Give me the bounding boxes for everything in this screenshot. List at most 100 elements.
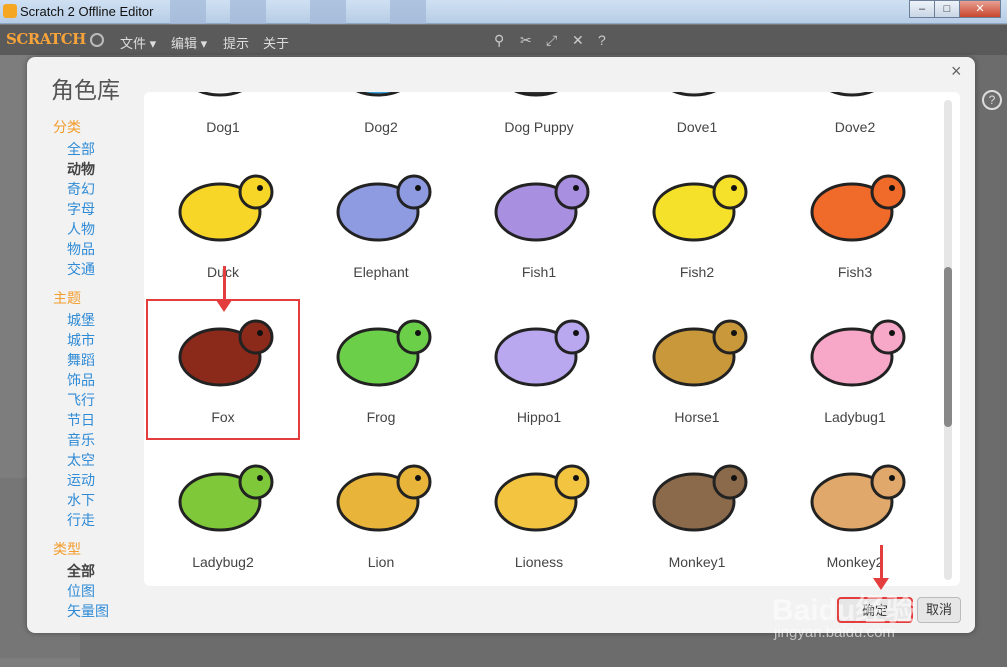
shrink-icon[interactable]: ✕ xyxy=(572,32,584,49)
category-things[interactable]: 物品 xyxy=(53,239,148,259)
theme-walking[interactable]: 行走 xyxy=(53,510,148,530)
sprite-thumbnail-icon xyxy=(494,319,590,387)
sprite-item-fish1[interactable]: Fish1 xyxy=(460,152,618,297)
themes-heading: 主题 xyxy=(53,290,81,306)
theme-underwater[interactable]: 水下 xyxy=(53,490,148,510)
sprite-thumbnail-icon xyxy=(671,92,717,97)
sprite-label: Dove1 xyxy=(676,119,718,135)
theme-city[interactable]: 城市 xyxy=(53,330,148,350)
sprite-item-ladybug1[interactable]: Ladybug1 xyxy=(776,297,934,442)
scratch-app-icon xyxy=(3,4,17,18)
watermark-brand: Baidu经验 xyxy=(772,594,916,627)
sprite-item-horse1[interactable]: Horse1 xyxy=(618,297,776,442)
category-fantasy[interactable]: 奇幻 xyxy=(53,179,148,199)
menu-edit[interactable]: 编辑 ▾ xyxy=(171,33,207,52)
sprite-item-dove2[interactable]: Dove2 xyxy=(776,92,934,152)
sprite-thumbnail-icon xyxy=(494,464,590,532)
scratch-logo[interactable]: SCRATCH xyxy=(6,30,86,48)
sprite-label: Dog2 xyxy=(364,119,398,135)
theme-dress-up[interactable]: 饰品 xyxy=(53,370,148,390)
categories-heading: 分类 xyxy=(53,119,81,135)
sprite-label: Fish1 xyxy=(521,264,557,280)
sprite-item-fish2[interactable]: Fish2 xyxy=(618,152,776,297)
filter-sidebar: 分类 全部 动物 奇幻 字母 人物 物品 交通 主题 城堡 城市 舞蹈 饰品 飞… xyxy=(53,117,148,630)
theme-castle[interactable]: 城堡 xyxy=(53,310,148,330)
sprite-thumbnail-icon xyxy=(810,319,906,387)
theme-space[interactable]: 太空 xyxy=(53,450,148,470)
sprite-label: Monkey2 xyxy=(826,554,884,570)
minimize-button[interactable]: – xyxy=(909,0,935,18)
sprite-thumbnail-icon xyxy=(178,464,274,532)
sprite-thumbnail-icon xyxy=(494,174,590,242)
theme-sports[interactable]: 运动 xyxy=(53,470,148,490)
sprite-thumbnail-icon xyxy=(197,92,243,97)
theme-flying[interactable]: 飞行 xyxy=(53,390,148,410)
sprite-thumbnail-icon xyxy=(652,174,748,242)
sprite-label: Elephant xyxy=(353,264,409,280)
sprite-item-dog-puppy[interactable]: Dog Puppy xyxy=(460,92,618,152)
theme-holiday[interactable]: 节日 xyxy=(53,410,148,430)
sprite-item-dove1[interactable]: Dove1 xyxy=(618,92,776,152)
sprite-item-lioness[interactable]: Lioness xyxy=(460,442,618,586)
sprite-grid: Dog1Dog2Dog PuppyDove1Dove2DuckElephantF… xyxy=(144,92,960,586)
sprite-thumbnail-icon xyxy=(336,464,432,532)
category-animals[interactable]: 动物 xyxy=(53,159,148,179)
grow-icon[interactable]: ⤢ xyxy=(546,32,557,49)
sprite-item-elephant[interactable]: Elephant xyxy=(302,152,460,297)
watermark-url: jingyan.baidu.com xyxy=(774,624,895,641)
sprite-item-fox[interactable]: Fox xyxy=(144,297,302,442)
sprite-label: Lioness xyxy=(514,554,564,570)
sprite-item-monkey2[interactable]: Monkey2 xyxy=(776,442,934,586)
sprite-thumbnail-icon xyxy=(336,174,432,242)
sprite-label: Ladybug1 xyxy=(824,409,886,425)
annotation-arrowhead-fox xyxy=(216,300,232,312)
sprite-item-monkey1[interactable]: Monkey1 xyxy=(618,442,776,586)
sprite-thumbnail-icon xyxy=(336,319,432,387)
category-all[interactable]: 全部 xyxy=(53,139,148,159)
sprite-thumbnail-icon xyxy=(355,92,401,97)
sprite-thumbnail-icon xyxy=(652,464,748,532)
stamp-icon[interactable]: ⚲ xyxy=(494,32,504,49)
sprite-item-fish3[interactable]: Fish3 xyxy=(776,152,934,297)
type-vector[interactable]: 矢量图 xyxy=(53,601,148,621)
window-title: Scratch 2 Offline Editor xyxy=(20,4,154,19)
cancel-button[interactable]: 取消 xyxy=(917,597,961,623)
theme-music[interactable]: 音乐 xyxy=(53,430,148,450)
category-letters[interactable]: 字母 xyxy=(53,199,148,219)
window-titlebar: Scratch 2 Offline Editor – □ ✕ xyxy=(0,0,1007,24)
sprite-thumbnail-icon xyxy=(652,319,748,387)
menu-file[interactable]: 文件 ▾ xyxy=(120,33,156,52)
background-thumbnails xyxy=(170,0,470,24)
sprite-item-dog1[interactable]: Dog1 xyxy=(144,92,302,152)
dialog-title: 角色库 xyxy=(51,77,120,103)
menu-tips[interactable]: 提示 xyxy=(223,33,249,52)
sprite-thumbnail-icon xyxy=(810,174,906,242)
type-bitmap[interactable]: 位图 xyxy=(53,581,148,601)
window-controls: – □ ✕ xyxy=(909,0,1001,18)
maximize-button[interactable]: □ xyxy=(934,0,960,18)
sprite-label: Fish2 xyxy=(679,264,715,280)
window-close-button[interactable]: ✕ xyxy=(959,0,1001,18)
side-help-icon[interactable]: ? xyxy=(982,90,1002,110)
category-transport[interactable]: 交通 xyxy=(53,259,148,279)
theme-dance[interactable]: 舞蹈 xyxy=(53,350,148,370)
sprite-item-ladybug2[interactable]: Ladybug2 xyxy=(144,442,302,586)
sprite-thumbnail-icon xyxy=(829,92,875,97)
sprite-item-hippo1[interactable]: Hippo1 xyxy=(460,297,618,442)
sprite-label: Fish3 xyxy=(837,264,873,280)
menu-about[interactable]: 关于 xyxy=(263,33,289,52)
globe-icon[interactable] xyxy=(90,33,104,47)
grid-scrollbar-thumb[interactable] xyxy=(944,267,952,427)
sprite-item-frog[interactable]: Frog xyxy=(302,297,460,442)
sprite-label: Lion xyxy=(367,554,395,570)
sprite-label: Horse1 xyxy=(674,409,720,425)
type-all[interactable]: 全部 xyxy=(53,561,148,581)
category-people[interactable]: 人物 xyxy=(53,219,148,239)
cut-icon[interactable]: ✂ xyxy=(520,32,532,49)
sprite-item-dog2[interactable]: Dog2 xyxy=(302,92,460,152)
sprite-label: Dog Puppy xyxy=(504,119,574,135)
sprite-label: Monkey1 xyxy=(668,554,726,570)
sprite-item-lion[interactable]: Lion xyxy=(302,442,460,586)
dialog-close-icon[interactable]: × xyxy=(951,61,962,82)
help-icon[interactable]: ? xyxy=(598,32,606,48)
